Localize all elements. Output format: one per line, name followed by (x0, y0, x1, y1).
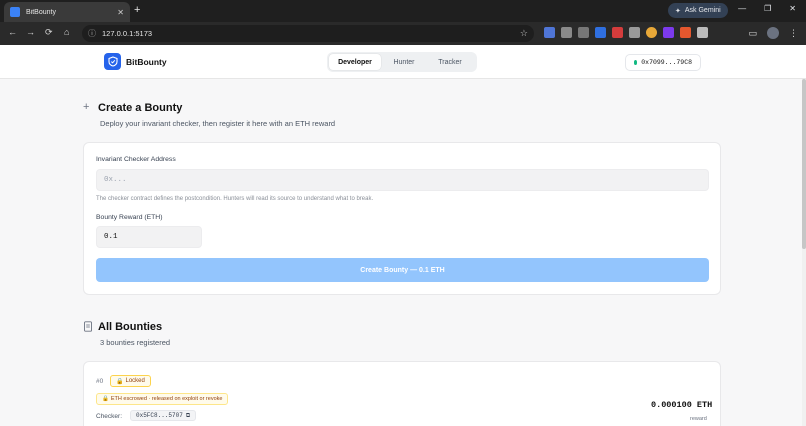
side-panel-icon[interactable]: ▭ (748, 28, 757, 39)
minimize-icon[interactable]: — (738, 4, 746, 13)
restore-icon[interactable]: ❐ (764, 4, 771, 13)
status-badge-label: Locked (125, 378, 145, 384)
address-bar[interactable]: ⓘ 127.0.0.1:5173 ☆ (82, 25, 534, 42)
bounty-reward-label: Bounty Reward (ETH) (96, 214, 163, 221)
extension-purple-icon[interactable] (663, 27, 674, 38)
browser-tab-title: BitBounty (26, 8, 56, 16)
brand-name: BitBounty (126, 57, 167, 67)
window-close-icon[interactable]: ✕ (789, 4, 796, 13)
ask-gemini-button[interactable]: ✦ Ask Gemini (668, 3, 728, 18)
scrollbar-thumb[interactable] (802, 79, 806, 249)
forward-icon[interactable]: → (26, 27, 35, 37)
site-info-icon[interactable]: ⓘ (88, 28, 96, 39)
back-icon[interactable]: ← (8, 27, 17, 37)
address-url: 127.0.0.1:5173 (102, 29, 153, 38)
bitbounty-favicon-icon (10, 7, 20, 17)
role-tabs: Developer Hunter Tracker (327, 52, 477, 72)
extension-fox-icon[interactable] (680, 27, 691, 38)
create-bounty-subtitle: Deploy your invariant checker, then regi… (100, 119, 336, 128)
bounty-number: #0 (96, 378, 104, 385)
create-bounty-title: Create a Bounty (98, 102, 183, 114)
bounty-reward-caption: reward (690, 416, 707, 422)
page-scrollbar[interactable] (802, 79, 806, 426)
window-controls: — ❐ ✕ (738, 4, 796, 13)
new-tab-icon[interactable]: + (134, 4, 140, 16)
browser-tabstrip: BitBounty ✕ + ✦ Ask Gemini — ❐ ✕ (0, 0, 806, 22)
bounty-reward-input[interactable] (96, 226, 202, 248)
checker-label: Checker: (96, 413, 123, 420)
extension-translate-icon[interactable] (544, 27, 555, 38)
profile-avatar[interactable] (767, 27, 779, 39)
ask-gemini-label: Ask Gemini (684, 7, 721, 14)
tab-developer[interactable]: Developer (329, 54, 381, 70)
document-list-icon (83, 321, 93, 335)
extension-puzzle-gray-icon[interactable] (578, 27, 589, 38)
create-bounty-button[interactable]: Create Bounty — 0.1 ETH (96, 258, 709, 282)
reload-icon[interactable]: ⟳ (45, 27, 53, 38)
browser-toolbar: ← → ⟳ ⌂ ⓘ 127.0.0.1:5173 ☆ ▭ ⋮ (0, 22, 806, 45)
extension-blue-a-icon[interactable] (595, 27, 606, 38)
close-tab-icon[interactable]: ✕ (117, 8, 124, 17)
bookmark-star-icon[interactable]: ☆ (520, 28, 528, 39)
wallet-address: 0x7099...79C8 (641, 59, 692, 66)
wallet-button[interactable]: 0x7099...79C8 (625, 54, 701, 71)
menu-icon[interactable]: ⋮ (789, 28, 798, 39)
extension-gray-icon[interactable] (561, 27, 572, 38)
toolbar-right: ▭ ⋮ (748, 27, 798, 39)
shield-logo-icon (104, 53, 121, 70)
checker-address-value: 0x5FC8...5707 (136, 412, 183, 419)
create-bounty-card: Invariant Checker Address The checker co… (83, 142, 721, 295)
tab-tracker[interactable]: Tracker (427, 54, 473, 70)
sparkle-icon: ✦ (675, 7, 681, 15)
bounty-reward-amount: 0.000100 ETH (651, 400, 713, 410)
home-icon[interactable]: ⌂ (64, 27, 69, 37)
extension-red-icon[interactable] (612, 27, 623, 38)
app-header: BitBounty Developer Hunter Tracker 0x709… (0, 45, 806, 79)
checker-address-chip[interactable]: 0x5FC8...5707 ⧉ (130, 410, 197, 421)
escrow-lock-icon: 🔒 (102, 396, 109, 402)
checker-hint: The checker contract defines the postcon… (96, 196, 374, 202)
escrow-note: ETH escrowed · released on exploit or re… (110, 396, 223, 402)
plus-icon: + (83, 101, 90, 113)
status-badge: 🔒 Locked (110, 375, 151, 387)
all-bounties-title: All Bounties (98, 321, 163, 333)
lock-icon: 🔒 (116, 378, 124, 385)
browser-tab[interactable]: BitBounty ✕ (4, 2, 130, 22)
extensions-puzzle-icon[interactable] (697, 27, 708, 38)
bounties-count: 3 bounties registered (100, 338, 171, 347)
checker-address-input[interactable] (96, 169, 709, 191)
tab-hunter[interactable]: Hunter (383, 54, 425, 70)
checker-address-label: Invariant Checker Address (96, 156, 176, 163)
wallet-connected-dot (634, 60, 638, 65)
extension-orange-icon[interactable] (646, 27, 657, 38)
extensions-row (544, 27, 708, 38)
copy-icon[interactable]: ⧉ (186, 412, 190, 420)
bounty-card[interactable]: #0 🔒 Locked 🔒 ETH escrowed · released on… (83, 361, 721, 426)
escrow-badge: 🔒 ETH escrowed · released on exploit or … (96, 393, 229, 405)
extension-grid-icon[interactable] (629, 27, 640, 38)
